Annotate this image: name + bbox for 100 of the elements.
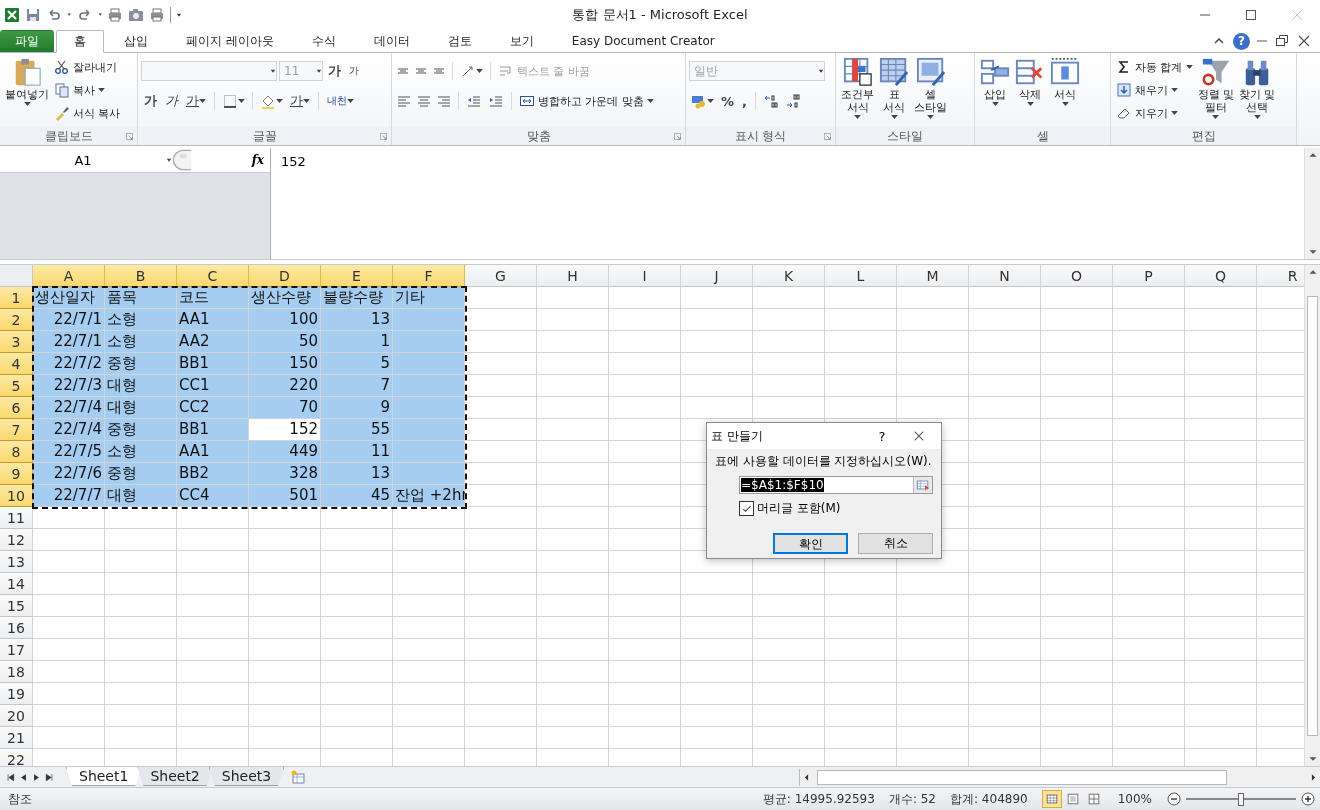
expand-handle-icon[interactable] [172,149,194,171]
ribbon-button[interactable]: 채우기 [1114,79,1195,101]
column-header[interactable]: B [105,265,177,287]
launcher-icon[interactable] [378,130,389,142]
ribbon-button[interactable]: 정렬 및 필터 [1195,56,1236,120]
row-header[interactable]: 6 [0,397,33,419]
ribbon-button[interactable]: 표 서식 [877,56,911,120]
row-header[interactable]: 19 [0,683,33,705]
ribbon-button[interactable]: 지우기 [1114,102,1195,124]
scrollbar-thumb[interactable] [1307,295,1318,736]
column-header[interactable]: Q [1185,265,1257,287]
row-header[interactable]: 21 [0,727,33,749]
ribbon-tab[interactable]: 삽입 [106,29,166,52]
insert-function-button[interactable]: fx [245,153,270,167]
row-header[interactable]: 5 [0,375,33,397]
help-button[interactable]: ? [867,427,897,445]
undo-icon[interactable] [46,7,62,23]
printer-icon[interactable] [149,7,165,23]
ribbon-button[interactable]: 복사 [52,79,123,101]
dialog-button[interactable]: 취소 [858,533,933,554]
close-icon[interactable] [1296,33,1312,49]
caret-icon[interactable] [176,12,182,18]
format-button[interactable]: 내천 [324,90,357,112]
column-header[interactable]: L [825,265,897,287]
row-header[interactable]: 18 [0,661,33,683]
column-header[interactable]: E [321,265,393,287]
sheet-tab[interactable]: Sheet3 [208,767,285,786]
row-header[interactable]: 2 [0,309,33,331]
ribbon-tab[interactable]: 수식 [293,29,354,52]
dialog-button[interactable]: 확인 [773,533,848,554]
zoom-out-icon[interactable] [1166,791,1182,807]
launcher-icon[interactable] [672,130,683,142]
ribbon-button[interactable]: 붙여넣기 [3,56,51,107]
row-header[interactable]: 22 [0,749,33,766]
column-header[interactable]: G [465,265,537,287]
restore-icon[interactable] [1274,33,1290,49]
redo-icon[interactable] [76,7,93,23]
row-header[interactable]: 4 [0,353,33,375]
spreadsheet-logo-icon[interactable] [4,7,20,23]
ribbon-button[interactable]: 서식 복사 [52,102,123,124]
column-header[interactable]: C [177,265,249,287]
column-header[interactable]: A [33,265,105,287]
column-header[interactable]: R [1257,265,1304,287]
row-header[interactable]: 3 [0,331,33,353]
printer-icon[interactable] [107,7,123,23]
row-header[interactable]: 9 [0,463,33,485]
ribbon-tab[interactable]: 페이지 레이아웃 [168,29,292,52]
checkbox[interactable] [739,501,754,516]
row-header[interactable]: 20 [0,705,33,727]
column-header[interactable]: H [537,265,609,287]
camera-icon[interactable] [128,7,144,23]
format-button[interactable]: 가 [325,60,344,82]
ribbon-button[interactable]: 셀 스타일 [912,56,949,120]
file-tab[interactable]: 파일 [0,30,54,52]
ribbon-button[interactable]: 자동 합계 [1114,56,1195,78]
row-header[interactable]: 17 [0,639,33,661]
name-box[interactable]: A1 [0,149,172,171]
row-header[interactable]: 14 [0,573,33,595]
ribbon-button[interactable]: 조건부 서식 [839,56,876,120]
minimize-icon[interactable] [1256,40,1268,42]
zoom-in-icon[interactable] [1300,791,1316,807]
column-header[interactable]: M [897,265,969,287]
row-header[interactable]: 16 [0,617,33,639]
range-picker-button[interactable] [913,477,932,493]
format-button[interactable]: % [718,90,738,112]
sheet-tab[interactable]: Sheet2 [137,767,213,786]
ribbon-tab[interactable]: 홈 [56,30,104,53]
row-header[interactable]: 1 [0,287,33,309]
row-header[interactable]: 15 [0,595,33,617]
format-button[interactable]: 가 [141,90,160,112]
ribbon-button[interactable]: 잘라내기 [52,56,123,78]
column-header[interactable]: O [1041,265,1113,287]
new-sheet-icon[interactable] [290,769,307,785]
range-field[interactable]: =$A$1:$F$10 [739,476,933,494]
format-button[interactable]: 가 [346,60,362,82]
ribbon-tab[interactable]: 검토 [429,29,490,52]
view-button[interactable] [1041,790,1062,808]
launcher-icon[interactable] [822,130,833,142]
launcher-icon[interactable] [124,130,135,142]
column-header[interactable]: D [249,265,321,287]
column-header[interactable]: N [969,265,1041,287]
ribbon-tab[interactable]: 보기 [491,29,552,52]
column-header[interactable]: I [609,265,681,287]
sheet-tab[interactable]: Sheet1 [66,767,142,786]
column-header[interactable]: P [1113,265,1185,287]
format-button[interactable]: 가 [183,90,209,112]
column-header[interactable]: K [753,265,825,287]
scrollbar-thumb[interactable] [817,769,1227,785]
ribbon-button[interactable]: 삭제 [1013,56,1047,107]
format-button[interactable]: 가 [162,90,181,112]
row-header[interactable]: 11 [0,507,33,529]
column-header[interactable]: J [681,265,753,287]
ribbon-tab[interactable]: 데이터 [355,29,428,52]
ribbon-button[interactable]: 서식 [1048,56,1082,107]
ribbon-button[interactable]: 병합하고 가운데 맞춤 [517,90,656,112]
ribbon-button[interactable]: 찾기 및 선택 [1237,56,1278,120]
row-header[interactable]: 10 [0,485,33,507]
slider-thumb[interactable] [1238,792,1244,806]
row-header[interactable]: 12 [0,529,33,551]
ribbon-tab[interactable]: Easy Document Creator [553,29,733,52]
